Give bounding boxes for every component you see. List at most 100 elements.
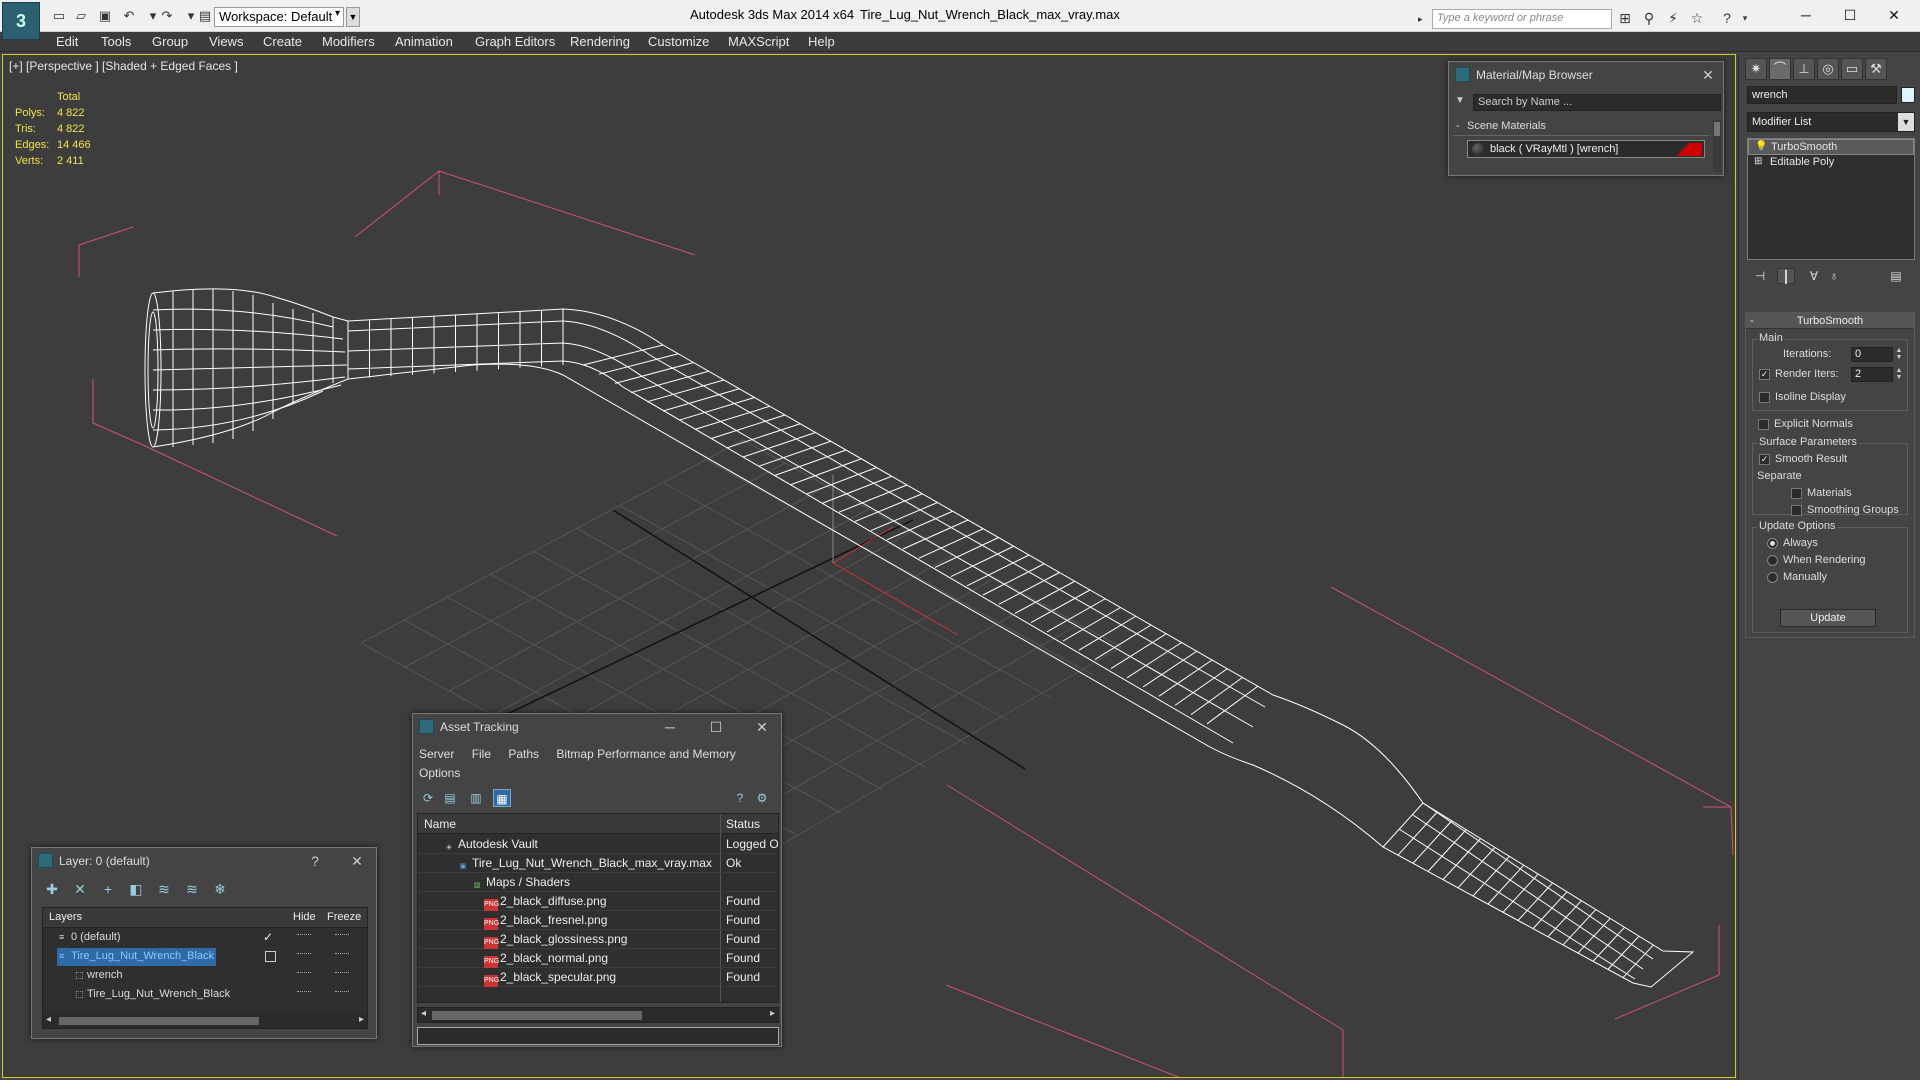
freeze-toggle[interactable] [335,991,349,993]
maximize-button[interactable]: ☐ [1830,4,1870,26]
layer-name-cell[interactable]: ⬚ Tire_Lug_Nut_Wrench_Black [73,986,232,1004]
open-file-icon[interactable]: ▱ [72,7,90,25]
save-file-icon[interactable]: ▣ [96,7,114,25]
menu-help[interactable]: Help [808,34,835,49]
menu-maxscript[interactable]: MAXScript [728,34,789,49]
column-hide[interactable]: Hide [293,911,316,923]
menu-paths[interactable]: Paths [508,747,539,761]
show-end-result-icon[interactable]: ┃ [1777,268,1795,284]
render-iters-spinner[interactable]: 2 [1851,367,1893,382]
hide-toggle[interactable] [297,972,311,974]
help-icon[interactable]: ? [731,789,749,807]
options-dropdown-icon[interactable]: ▼ [1455,95,1465,106]
subscription-key-icon[interactable]: ⚲ [1640,9,1658,27]
layer-table-scrollbar[interactable]: ◂ ▸ [43,1014,367,1028]
asset-row[interactable]: ▣ Tire_Lug_Nut_Wrench_Black_max_vray.max O… [418,854,778,873]
asset-row[interactable]: ◈ Autodesk Vault Logged Out [418,835,778,854]
pin-stack-icon[interactable]: ⊣ [1751,268,1769,284]
display-tab-icon[interactable]: ▭ [1841,58,1863,80]
tree-view-icon[interactable]: ▥ [467,789,485,807]
help-icon[interactable]: ? [1718,9,1736,27]
always-radio[interactable] [1767,538,1778,549]
app-logo-icon[interactable]: 3 [2,2,40,40]
close-icon[interactable]: ✕ [751,717,773,737]
smooth-result-checkbox[interactable]: ✓ [1759,454,1770,465]
column-name[interactable]: Name [424,817,456,831]
refresh-icon[interactable]: ⟳ [419,789,437,807]
menu-tools[interactable]: Tools [101,34,131,49]
modifier-list-dropdown[interactable]: Modifier List ▼ [1747,112,1915,132]
scroll-left-icon[interactable]: ◂ [46,1014,51,1025]
freeze-toggle[interactable] [335,934,349,936]
update-button[interactable]: Update [1780,609,1876,627]
stack-item-turbosmooth[interactable]: 💡 TurboSmooth [1748,139,1914,155]
create-layer-icon[interactable]: ✚ [42,879,62,899]
asset-row[interactable]: PNG2_black_fresnel.png Found [418,911,778,930]
layer-row[interactable]: ⬚ wrench [43,967,367,985]
hide-toggle[interactable] [297,934,311,936]
column-freeze[interactable]: Freeze [327,911,361,923]
layer-name-cell[interactable]: ≡ 0 (default) [57,929,123,947]
scroll-left-icon[interactable]: ◂ [421,1008,426,1019]
freeze-toggle[interactable] [335,972,349,974]
menu-options[interactable]: Options [419,766,460,780]
project-folder-icon[interactable]: ▤ [196,7,214,25]
list-view-icon[interactable]: ▤ [441,789,459,807]
minimize-button[interactable]: ─ [1786,4,1826,26]
menu-graph-editors[interactable]: Graph Editors [475,34,555,49]
stack-item-editable-poly[interactable]: ⊞ Editable Poly [1748,155,1914,171]
set-current-layer-box[interactable] [265,951,276,962]
layer-row[interactable]: ⬚ Tire_Lug_Nut_Wrench_Black [43,986,367,1004]
scroll-thumb[interactable] [432,1011,642,1020]
table-view-icon[interactable]: ▦ [493,789,511,807]
menu-modifiers[interactable]: Modifiers [322,34,375,49]
menu-file[interactable]: File [472,747,491,761]
asset-row[interactable]: PNG2_black_glossiness.png Found [418,930,778,949]
object-name-field[interactable]: wrench [1747,86,1897,104]
expand-plus-icon[interactable]: ⊞ [1754,156,1762,167]
menu-group[interactable]: Group [152,34,188,49]
freeze-toggle[interactable] [335,953,349,955]
close-button[interactable]: ✕ [1874,4,1914,26]
spinner-arrows-icon[interactable]: ▲ ▼ [1895,367,1903,382]
add-to-layer-icon[interactable]: + [98,879,118,899]
asset-row[interactable]: PNG2_black_specular.png Found [418,968,778,987]
maximize-button[interactable]: ☐ [705,717,727,737]
scroll-right-icon[interactable]: ▸ [359,1014,364,1025]
scroll-thumb[interactable] [59,1017,259,1025]
infocenter-search-input[interactable]: Type a keyword or phrase [1432,9,1612,29]
layer-dialog-titlebar[interactable]: Layer: 0 (default) ? ✕ [32,848,376,874]
material-search-input[interactable]: Search by Name ... [1473,94,1721,111]
close-icon[interactable]: ✕ [346,851,368,871]
quick-access-dropdown-icon[interactable]: ▼ [346,7,360,27]
close-icon[interactable]: ✕ [1697,65,1719,85]
current-layer-check-icon[interactable]: ✓ [263,930,273,944]
smoothing-groups-checkbox[interactable] [1791,505,1802,516]
settings-icon[interactable]: ⚙ [753,789,771,807]
asset-table-scrollbar[interactable]: ◂ ▸ [417,1007,779,1023]
asset-row[interactable]: PNG2_black_diffuse.png Found [418,892,778,911]
create-tab-icon[interactable]: ✷ [1745,58,1767,80]
asset-row[interactable]: ▧ Maps / Shaders [418,873,778,892]
minimize-button[interactable]: ─ [659,717,681,737]
menu-create[interactable]: Create [263,34,302,49]
delete-layer-icon[interactable]: ✕ [70,879,90,899]
search-expand-icon[interactable]: ▸ [1418,9,1430,29]
material-browser-titlebar[interactable]: Material/Map Browser ✕ [1449,62,1723,88]
undo-icon[interactable]: ↶ [120,7,138,25]
manually-radio[interactable] [1767,572,1778,583]
menu-animation[interactable]: Animation [395,34,453,49]
favorites-star-icon[interactable]: ☆ [1688,9,1706,27]
communication-center-icon[interactable]: ⚡ [1664,9,1682,27]
material-item-black[interactable]: black ( VRayMtl ) [wrench] [1467,140,1705,158]
modify-tab-icon[interactable]: ⌒ [1769,58,1791,80]
hide-toggle[interactable] [297,953,311,955]
hierarchy-tab-icon[interactable]: ⊥ [1793,58,1815,80]
scene-materials-section[interactable]: - Scene Materials [1453,120,1709,136]
scroll-right-icon[interactable]: ▸ [770,1008,775,1019]
object-color-swatch[interactable] [1901,87,1915,103]
make-unique-icon[interactable]: ∀ [1805,268,1823,284]
redo-icon[interactable]: ↷ [158,7,176,25]
rollout-header[interactable]: - TurboSmooth [1746,313,1914,329]
materials-checkbox[interactable] [1791,488,1802,499]
